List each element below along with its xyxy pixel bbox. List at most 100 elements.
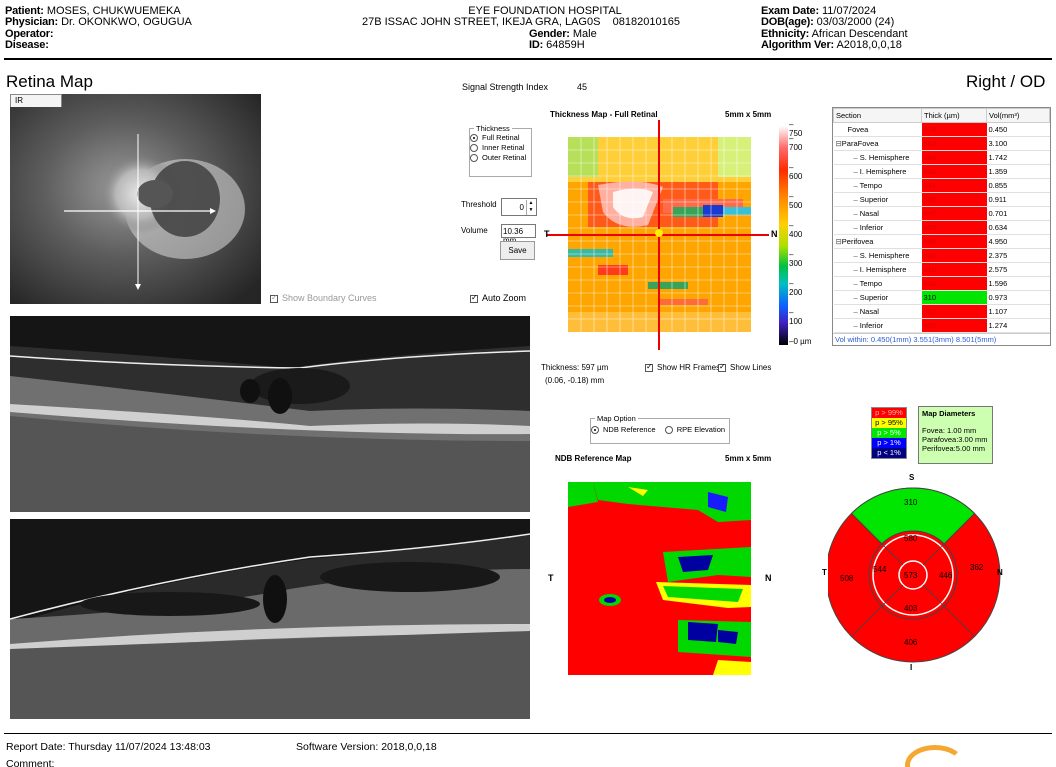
section-thick: 394	[921, 234, 987, 249]
section-name: ⊟ParaFovea	[833, 136, 922, 151]
table-row[interactable]: – S. Hemisphere 328 2.375	[833, 248, 1050, 263]
section-vol: 0.634	[986, 220, 1050, 235]
oct-bscan-vertical[interactable]	[10, 519, 530, 719]
section-name: – I. Hemisphere	[833, 164, 922, 179]
show-lines-option[interactable]: Show Lines	[718, 362, 771, 372]
collapse-icon[interactable]: ⊟	[836, 139, 842, 148]
tree-line-icon: –	[853, 307, 860, 316]
section-name: – Superior	[833, 290, 922, 305]
collapse-icon[interactable]: ⊟	[836, 237, 842, 246]
section-name: – Tempo	[833, 178, 922, 193]
table-row[interactable]: – Inferior 403 0.634	[833, 220, 1050, 235]
section-thick: 563	[921, 136, 987, 151]
section-vol: 0.911	[986, 192, 1050, 207]
oct-bscan-horizontal[interactable]	[10, 316, 530, 512]
etdrs-s: S	[909, 473, 915, 482]
table-row[interactable]: – S. Hemisphere 584 1.742	[833, 150, 1050, 165]
section-thick: 584	[921, 150, 987, 165]
section-thick: 508	[921, 276, 987, 291]
table-row[interactable]: – Tempo 544 0.855	[833, 178, 1050, 193]
section-name: – I. Hemisphere	[833, 262, 922, 277]
section-thick: 403	[921, 220, 987, 235]
section-vol: 1.596	[986, 276, 1050, 291]
auto-zoom-option[interactable]: Auto Zoom	[470, 293, 526, 303]
ir-fundus-image[interactable]	[10, 94, 261, 304]
opt-inner-retinal[interactable]: Inner Retinal	[470, 143, 531, 153]
section-name: ⊟Perifovea	[833, 234, 922, 249]
hospital-address: 27B ISSAC JOHN STREET, IKEJA GRA, LAG0S …	[362, 16, 680, 28]
section-thick: 410	[921, 262, 987, 277]
etdrs-inner-nas: 446	[939, 571, 953, 580]
section-name: Fovea	[833, 122, 922, 137]
hospital-phone: 08182010165	[612, 16, 680, 28]
section-vol: 0.973	[986, 290, 1050, 305]
signal-value: 45	[577, 82, 588, 92]
etdrs-center: 573	[904, 571, 918, 580]
ndb-map-svg	[568, 482, 751, 675]
dob-line: DOB(age): 03/03/2000 (24)	[761, 16, 895, 28]
table-row[interactable]: – Superior 580 0.911	[833, 192, 1050, 207]
table-row[interactable]: – Nasal 446 0.701	[833, 206, 1050, 221]
tree-line-icon: –	[853, 293, 860, 302]
etdrs-outer-inf: 406	[904, 638, 918, 647]
tree-line-icon: –	[853, 279, 860, 288]
ir-image-svg	[10, 94, 261, 304]
physician-line: Physician: Dr. OKONKWO, OGUGUA	[5, 16, 192, 28]
etdrs-inner-tmp: 544	[873, 565, 887, 574]
section-vol: 0.450	[986, 122, 1050, 137]
section-thick: 573	[921, 122, 987, 137]
tree-line-icon: –	[853, 153, 860, 162]
table-row[interactable]: ⊟Perifovea 394 4.950	[833, 234, 1050, 249]
threshold-stepper[interactable]: 0 ▲ ▼	[501, 198, 537, 216]
table-row[interactable]: Fovea 573 0.450	[833, 122, 1050, 137]
thickmap-t: T	[544, 229, 550, 239]
etdrs-outer-sup: 310	[904, 498, 918, 507]
table-row[interactable]: – Tempo 508 1.596	[833, 276, 1050, 291]
opt-ndb[interactable]: NDB Reference	[591, 425, 656, 435]
ir-tab[interactable]: IR	[10, 94, 62, 107]
tree-line-icon: –	[853, 321, 860, 330]
ndb-reference-map[interactable]	[568, 482, 751, 675]
tree-line-icon: –	[853, 251, 860, 260]
section-vol: 0.701	[986, 206, 1050, 221]
tree-line-icon: –	[853, 223, 860, 232]
opt-outer-retinal[interactable]: Outer Retinal	[470, 153, 531, 163]
opt-full-retinal[interactable]: Full Retinal	[470, 133, 531, 143]
percentile-item: p < 1%	[872, 448, 906, 458]
show-boundary-checkbox[interactable]	[270, 293, 278, 303]
section-thick: 310	[921, 290, 987, 305]
show-boundary-option[interactable]: Show Boundary Curves	[270, 293, 377, 303]
page-title: Retina Map	[6, 72, 93, 91]
auto-zoom-checkbox[interactable]	[470, 293, 478, 303]
tree-line-icon: –	[853, 181, 860, 190]
section-vol: 1.107	[986, 304, 1050, 319]
table-row[interactable]: – Inferior 406 1.274	[833, 318, 1050, 333]
ndb-n: N	[765, 573, 772, 583]
thickmap-cursor[interactable]	[655, 229, 663, 237]
section-vol: 1.742	[986, 150, 1050, 165]
etdrs-i: I	[910, 663, 913, 672]
id-line: ID: 64859H	[529, 39, 585, 51]
show-hr-option[interactable]: Show HR Frames	[645, 362, 720, 372]
software-version: Software Version: 2018,0,0,18	[296, 741, 437, 753]
section-name: – S. Hemisphere	[833, 150, 922, 165]
stepper-arrows[interactable]: ▲ ▼	[526, 200, 535, 215]
report-date: Report Date: Thursday 11/07/2024 13:48:0…	[6, 741, 211, 753]
table-row[interactable]: – Superior 310 0.973	[833, 290, 1050, 305]
etdrs-inner-sup: 580	[904, 534, 918, 543]
save-button[interactable]: Save	[500, 241, 535, 260]
table-row[interactable]: – I. Hemisphere 410 2.575	[833, 262, 1050, 277]
volume-value: 10.36 mm	[501, 224, 536, 245]
tree-line-icon: –	[853, 209, 860, 218]
section-vol: 4.950	[986, 234, 1050, 249]
percentile-item: p > 95%	[872, 418, 906, 428]
section-thick: 328	[921, 248, 987, 263]
table-row[interactable]: – Nasal 362 1.107	[833, 304, 1050, 319]
table-row[interactable]: ⊟ParaFovea 563 3.100	[833, 136, 1050, 151]
thickness-readout: Thickness: 597 µm	[541, 363, 609, 372]
comment-label: Comment:	[6, 758, 55, 767]
table-row[interactable]: – I. Hemisphere 532 1.359	[833, 164, 1050, 179]
ndb-size: 5mm x 5mm	[725, 454, 772, 463]
brand-logo	[905, 745, 965, 767]
opt-rpe[interactable]: RPE Elevation	[664, 425, 725, 435]
